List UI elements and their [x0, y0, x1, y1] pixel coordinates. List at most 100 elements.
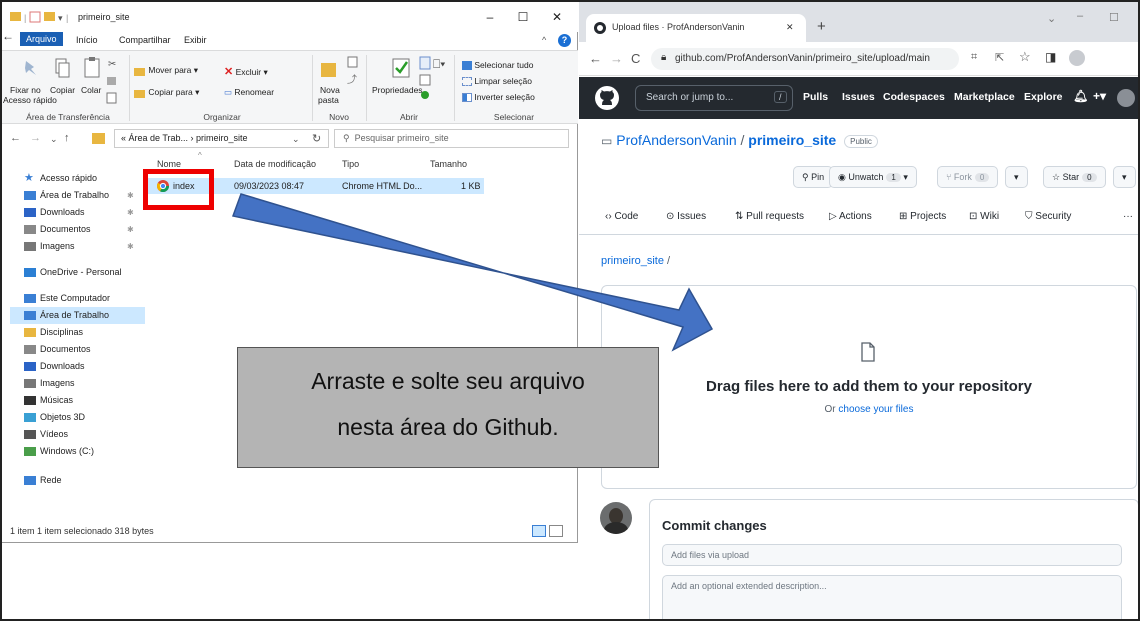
new-tab-icon[interactable]: +	[817, 18, 826, 35]
translate-icon[interactable]: ⌗	[971, 51, 977, 64]
sidebar-item[interactable]: Documentos	[10, 341, 145, 358]
minimize-icon[interactable]: –	[480, 10, 500, 24]
github-logo-icon[interactable]	[595, 86, 619, 110]
sidebar-item[interactable]: Windows (C:)	[10, 443, 145, 460]
sidebar-item[interactable]: Este Computador	[10, 290, 145, 307]
close-icon[interactable]: ✕	[547, 10, 567, 24]
tab-arquivo[interactable]: Arquivo	[20, 32, 63, 46]
url-bar[interactable]: 🔒︎ github.com/ProfAndersonVanin/primeiro…	[651, 48, 959, 70]
more-tabs-icon[interactable]: ···	[1123, 211, 1133, 222]
search-input[interactable]: ⚲ Pesquisar primeiro_site	[334, 129, 569, 148]
sidebar-item[interactable]: OneDrive - Personal	[10, 264, 145, 281]
refresh-icon[interactable]: ↻	[312, 132, 321, 145]
notifications-bell-icon[interactable]: 🔔︎	[1073, 89, 1088, 103]
commit-description-input[interactable]: Add an optional extended description...	[662, 575, 1122, 619]
open-edit-icons[interactable]	[418, 55, 432, 105]
sidebar-item[interactable]: Imagens	[10, 375, 145, 392]
fork-button[interactable]: ⑂ Fork 0	[937, 166, 999, 188]
rename-button[interactable]: ▭ Renomear	[224, 87, 274, 98]
column-type-header[interactable]: Tipo	[342, 159, 359, 169]
tab-code[interactable]: ‹› Code	[605, 211, 638, 222]
new-item-icons[interactable]: ⤴	[346, 55, 360, 95]
browser-forward-icon[interactable]: →	[610, 51, 623, 66]
column-name-header[interactable]: Nome	[157, 159, 181, 169]
tab-search-icon[interactable]: ⌄	[1047, 12, 1056, 25]
recent-chevron-icon[interactable]: ⌄	[50, 134, 58, 145]
sidebar-item[interactable]: Área de Trabalho ✱	[10, 187, 145, 204]
details-view-icon[interactable]	[532, 525, 546, 537]
pin-quick-access-button[interactable]: Fixar no	[10, 85, 41, 95]
open-dropdown-icon[interactable]: ⎕▾	[433, 57, 445, 72]
tab-projects[interactable]: ⊞ Projects	[899, 211, 946, 222]
tab-close-icon[interactable]: ✕	[786, 22, 794, 33]
delete-button[interactable]: ✕ Excluir ▾	[224, 65, 268, 78]
star-dropdown-button[interactable]: ▾	[1113, 166, 1136, 188]
forward-icon[interactable]: →	[30, 132, 41, 144]
sidebar-item[interactable]: ★ Acesso rápido	[10, 170, 145, 187]
column-date-header[interactable]: Data de modificação	[234, 159, 316, 169]
back-icon[interactable]: ←	[10, 132, 21, 144]
select-all-button[interactable]: Selecionar tudo	[462, 60, 533, 71]
properties-button[interactable]: Propriedades	[372, 85, 423, 95]
tab-compartilhar[interactable]: Compartilhar	[119, 35, 171, 45]
tab-wiki[interactable]: ⊡ Wiki	[969, 211, 999, 222]
nav-marketplace[interactable]: Marketplace	[954, 91, 1015, 103]
nav-issues[interactable]: Issues	[842, 91, 875, 103]
unwatch-button[interactable]: ◉ Unwatch 1 ▾	[829, 166, 917, 188]
fork-dropdown-button[interactable]: ▾	[1005, 166, 1028, 188]
star-button[interactable]: ☆ Star 0	[1043, 166, 1106, 188]
collapse-ribbon-icon[interactable]: ^	[542, 35, 546, 45]
help-icon[interactable]: ?	[558, 34, 571, 47]
sidebar-item[interactable]: Área de Trabalho	[10, 307, 145, 324]
bookmark-star-icon[interactable]: ☆	[1019, 49, 1031, 65]
share-icon[interactable]: ⇱	[995, 51, 1004, 64]
copy-to-button[interactable]: Copiar para ▾	[134, 87, 199, 98]
move-to-button[interactable]: Mover para ▾	[134, 65, 198, 76]
browser-back-icon[interactable]: ←	[589, 51, 602, 66]
repo-name-link[interactable]: primeiro_site	[748, 132, 836, 148]
tab-issues[interactable]: ⊙ Issues	[666, 211, 706, 222]
profile-icon[interactable]	[1069, 50, 1085, 66]
nav-explore[interactable]: Explore	[1024, 91, 1063, 103]
tab-actions[interactable]: ▷ Actions	[829, 211, 872, 222]
paste-button[interactable]: Colar	[81, 85, 101, 95]
sidebar-item[interactable]: Imagens ✱	[10, 238, 145, 255]
new-folder-button[interactable]: Nova	[320, 85, 340, 95]
sidebar-item[interactable]: Vídeos	[10, 426, 145, 443]
repo-owner-link[interactable]: ProfAndersonVanin	[616, 132, 736, 148]
breadcrumb-repo-link[interactable]: primeiro_site	[601, 255, 664, 267]
pin-button[interactable]: ⚲ Pin	[793, 166, 834, 188]
tab-upload-files[interactable]: Upload files · ProfAndersonVanin ✕	[586, 14, 806, 42]
tab-security[interactable]: ⛉ Security	[1025, 211, 1071, 222]
maximize-icon[interactable]: ☐	[513, 10, 533, 24]
clear-selection-button[interactable]: Limpar seleção	[462, 76, 532, 87]
tab-inicio[interactable]: Início	[76, 35, 98, 45]
create-new-plus-icon[interactable]: +▾	[1093, 89, 1106, 103]
sidebar-item[interactable]: Documentos ✱	[10, 221, 145, 238]
sidebar-item[interactable]: Músicas	[10, 392, 145, 409]
browser-minimize-icon[interactable]: –	[1077, 10, 1083, 22]
up-icon[interactable]: ↑	[64, 132, 70, 144]
large-icons-view-icon[interactable]	[549, 525, 563, 537]
github-search-input[interactable]: Search or jump to... /	[635, 85, 793, 111]
nav-codespaces[interactable]: Codespaces	[883, 91, 945, 103]
invert-selection-button[interactable]: Inverter seleção	[462, 92, 535, 103]
small-clipboard-icons[interactable]: ✂	[106, 57, 118, 107]
sidebar-item[interactable]: Downloads	[10, 358, 145, 375]
sidebar-item[interactable]: Objetos 3D	[10, 409, 145, 426]
browser-maximize-icon[interactable]: ☐	[1109, 11, 1119, 24]
user-avatar-icon[interactable]	[1117, 89, 1135, 107]
tab-exibir[interactable]: Exibir	[184, 35, 207, 45]
back-arrow-icon[interactable]: ←	[2, 29, 14, 43]
nav-pulls[interactable]: Pulls	[803, 91, 828, 103]
quick-access-toolbar-icons[interactable]: | ▾ |	[10, 10, 72, 24]
choose-files-link[interactable]: choose your files	[838, 404, 913, 415]
sidebar-item[interactable]: Downloads ✱	[10, 204, 145, 221]
address-dropdown-icon[interactable]: ⌄	[292, 134, 300, 145]
sidebar-item[interactable]: Rede	[10, 472, 145, 489]
tab-pull-requests[interactable]: ⇅ Pull requests	[735, 211, 804, 222]
side-panel-icon[interactable]: ◨	[1045, 50, 1056, 64]
file-drop-zone[interactable]: Drag files here to add them to your repo…	[601, 285, 1137, 489]
column-size-header[interactable]: Tamanho	[430, 159, 467, 169]
sidebar-item[interactable]: Disciplinas	[10, 324, 145, 341]
